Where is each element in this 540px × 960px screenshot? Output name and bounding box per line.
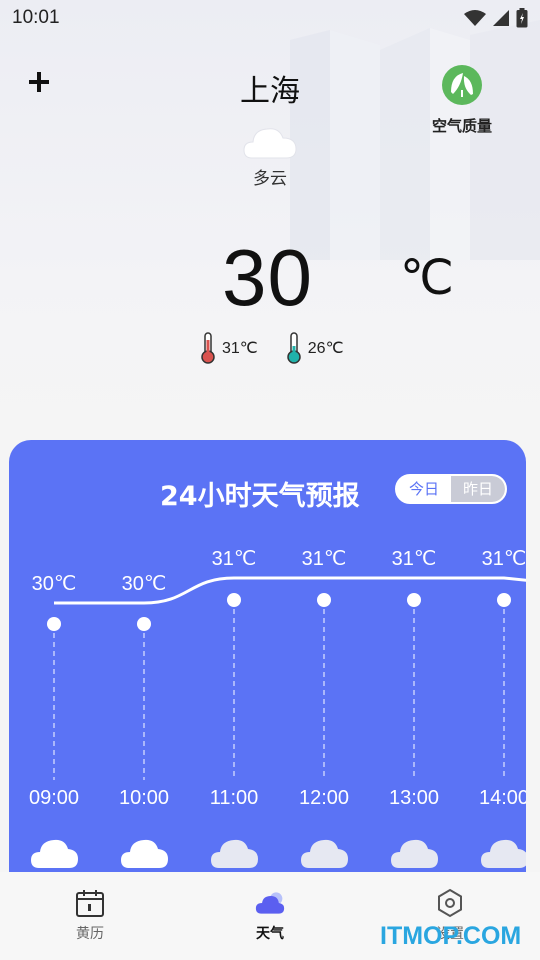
leaf-icon [442, 65, 482, 105]
status-icons [464, 8, 528, 28]
toggle-yesterday[interactable]: 昨日 [451, 476, 505, 502]
hour-cloud-icon [481, 839, 526, 868]
current-condition: 多云 [0, 122, 540, 189]
battery-icon [516, 8, 528, 28]
hour-temp-label: 31℃ [212, 548, 257, 570]
hour-time-label: 13:00 [389, 787, 439, 809]
watermark: ITMOP.COM [380, 922, 522, 950]
hour-cloud-icon [31, 839, 78, 868]
hour-temp-label: 30℃ [122, 573, 167, 595]
weather-nav-icon [255, 892, 285, 914]
hour-cloud-icon [391, 839, 438, 868]
high-temperature-value: 31℃ [222, 340, 258, 357]
hour-temp-point [137, 617, 151, 631]
hour-temp-label: 31℃ [302, 548, 347, 570]
thermometer-low-icon [287, 332, 301, 364]
nav-label-weather: 天气 [256, 926, 284, 942]
settings-icon [438, 888, 462, 918]
hour-temp-point [227, 593, 241, 607]
cloud-icon [243, 128, 297, 159]
hour-temp-point [407, 593, 421, 607]
nav-item-weather[interactable]: 天气 [180, 872, 360, 960]
signal-icon [493, 10, 509, 26]
hour-temp-label: 31℃ [482, 548, 526, 570]
hour-time-label: 10:00 [119, 787, 169, 809]
low-temperature: 26℃ [286, 332, 344, 364]
hour-time-label: 14:00 [479, 787, 526, 809]
low-temperature-value: 26℃ [307, 340, 344, 357]
nav-item-almanac[interactable]: 黄历 [0, 872, 180, 960]
status-time: 10:01 [12, 7, 60, 28]
forecast-title: 24小时天气预报 [160, 481, 360, 512]
hour-cloud-icon [211, 839, 258, 868]
hour-time-label: 11:00 [210, 787, 259, 809]
high-temperature: 31℃ [200, 332, 258, 364]
hour-temp-label: 31℃ [392, 548, 437, 570]
day-toggle[interactable]: 今日 昨日 [395, 474, 507, 504]
hour-temp-point [317, 593, 331, 607]
thermometer-high-icon [201, 332, 215, 364]
hour-temp-label: 30℃ [32, 573, 77, 595]
toggle-today[interactable]: 今日 [397, 476, 451, 502]
hour-temp-point [497, 593, 511, 607]
current-temperature: 30 [222, 233, 313, 322]
wifi-icon [464, 10, 486, 26]
calendar-icon [76, 890, 104, 917]
hour-temp-point [47, 617, 61, 631]
hour-time-label: 12:00 [299, 787, 349, 809]
hour-cloud-icon [301, 839, 348, 868]
hour-time-label: 09:00 [29, 787, 79, 809]
high-low-temperatures: 31℃ 26℃ [200, 332, 344, 364]
forecast-card: 30℃ 09:00 30℃ 10:00 31℃ 11:00 31℃ 12:00 31℃ 13:00… [9, 440, 526, 872]
condition-label: 多云 [253, 169, 287, 189]
status-bar: 10:01 [0, 0, 540, 36]
temperature-unit: ℃ [400, 252, 454, 305]
nav-label-almanac: 黄历 [76, 926, 104, 942]
hour-cloud-icon [121, 839, 168, 868]
